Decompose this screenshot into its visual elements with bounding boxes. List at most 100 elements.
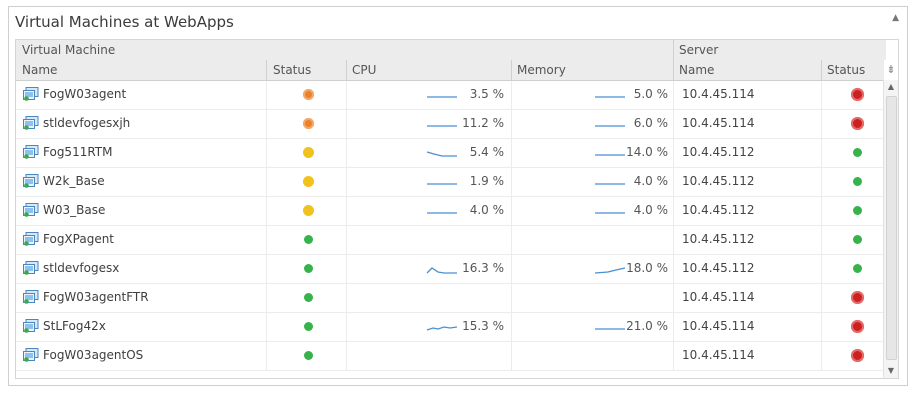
- col-header-server-status[interactable]: Status: [827, 63, 865, 77]
- server-name[interactable]: 10.4.45.114: [682, 319, 755, 333]
- server-name[interactable]: 10.4.45.112: [682, 232, 755, 246]
- column-divider: [266, 197, 267, 226]
- col-header-name[interactable]: Name: [22, 63, 57, 77]
- column-divider: [673, 139, 674, 168]
- column-divider: [346, 226, 347, 255]
- server-name[interactable]: 10.4.45.112: [682, 174, 755, 188]
- virtual-machine-icon: [23, 290, 39, 304]
- panel-title: Virtual Machines at WebApps: [15, 13, 234, 31]
- column-divider: [346, 313, 347, 342]
- table-row[interactable]: W03_Base 4.0 % 4.0 % 10.4.45.112: [16, 197, 886, 226]
- column-divider: [346, 139, 347, 168]
- cpu-value: 16.3 %: [462, 261, 504, 275]
- column-divider: [266, 226, 267, 255]
- memory-value: 21.0 %: [626, 319, 668, 333]
- col-header-memory[interactable]: Memory: [517, 63, 566, 77]
- virtual-machine-icon: [23, 232, 39, 246]
- server-status-icon: [853, 177, 862, 186]
- column-divider: [266, 255, 267, 284]
- column-divider: [346, 255, 347, 284]
- server-name[interactable]: 10.4.45.114: [682, 116, 755, 130]
- col-header-server-name[interactable]: Name: [679, 63, 714, 77]
- column-divider: [346, 110, 347, 139]
- vm-panel: Virtual Machines at WebApps ▲ Virtual Ma…: [8, 6, 908, 386]
- table-row[interactable]: FogW03agent 3.5 % 5.0 % 10.4.45.114: [16, 81, 886, 110]
- col-header-status[interactable]: Status: [273, 63, 311, 77]
- memory-value: 4.0 %: [633, 174, 668, 188]
- scroll-down-icon[interactable]: ▼: [884, 364, 898, 378]
- vm-status-icon: [304, 322, 313, 331]
- column-divider: [821, 81, 822, 110]
- column-divider: [346, 197, 347, 226]
- column-divider: [266, 81, 267, 110]
- virtual-machine-icon: [23, 319, 39, 333]
- table-row[interactable]: W2k_Base 1.9 % 4.0 % 10.4.45.112: [16, 168, 886, 197]
- virtual-machine-icon: [23, 203, 39, 217]
- server-name[interactable]: 10.4.45.112: [682, 203, 755, 217]
- column-divider: [821, 139, 822, 168]
- column-divider: [673, 81, 674, 110]
- cpu-value: 1.9 %: [469, 174, 504, 188]
- vm-name[interactable]: FogXPagent: [43, 232, 114, 246]
- memory-value: 14.0 %: [626, 145, 668, 159]
- virtual-machine-icon: [23, 116, 39, 130]
- column-divider: [673, 313, 674, 342]
- server-name[interactable]: 10.4.45.114: [682, 290, 755, 304]
- collapse-up-icon[interactable]: ▲: [892, 13, 899, 23]
- column-divider: [673, 110, 674, 139]
- column-divider: [673, 342, 674, 371]
- column-divider: [673, 284, 674, 313]
- virtual-machine-icon: [23, 348, 39, 362]
- column-divider: [346, 168, 347, 197]
- virtual-machine-icon: [23, 87, 39, 101]
- table-row[interactable]: StLFog42x 15.3 % 21.0 % 10.4.45.114: [16, 313, 886, 342]
- column-divider: [821, 168, 822, 197]
- memory-value: 5.0 %: [633, 87, 668, 101]
- group-header-server: Server: [679, 43, 719, 57]
- table-row[interactable]: FogXPagent 10.4.45.112: [16, 226, 886, 255]
- column-divider: [266, 139, 267, 168]
- scroll-up-icon[interactable]: ▲: [884, 80, 898, 94]
- server-status-icon: [851, 349, 864, 362]
- table-row[interactable]: stldevfogesxjh 11.2 % 6.0 % 10.4.45.114: [16, 110, 886, 139]
- vm-name[interactable]: W03_Base: [43, 203, 105, 217]
- table-row[interactable]: FogW03agentFTR 10.4.45.114: [16, 284, 886, 313]
- table-row[interactable]: FogW03agentOS 10.4.45.114: [16, 342, 886, 371]
- virtual-machine-icon: [23, 145, 39, 159]
- column-divider: [511, 226, 512, 255]
- vm-name[interactable]: FogW03agentOS: [43, 348, 143, 362]
- table-row[interactable]: Fog511RTM 5.4 % 14.0 % 10.4.45.112: [16, 139, 886, 168]
- vm-name[interactable]: stldevfogesx: [43, 261, 119, 275]
- server-name[interactable]: 10.4.45.114: [682, 87, 755, 101]
- vm-name[interactable]: StLFog42x: [43, 319, 106, 333]
- column-divider: [511, 255, 512, 284]
- header-divider: [821, 60, 822, 80]
- group-header-row: Virtual Machine Server: [16, 40, 886, 60]
- vertical-scrollbar[interactable]: ▲ ▼: [883, 80, 898, 378]
- scroll-thumb[interactable]: [886, 96, 897, 360]
- column-divider: [511, 284, 512, 313]
- memory-value: 4.0 %: [633, 203, 668, 217]
- col-header-cpu[interactable]: CPU: [352, 63, 376, 77]
- header-divider: [511, 60, 512, 80]
- vm-name[interactable]: FogW03agentFTR: [43, 290, 149, 304]
- vm-status-icon: [303, 147, 314, 158]
- server-name[interactable]: 10.4.45.112: [682, 145, 755, 159]
- server-name[interactable]: 10.4.45.114: [682, 348, 755, 362]
- server-name[interactable]: 10.4.45.112: [682, 261, 755, 275]
- vm-name[interactable]: stldevfogesxjh: [43, 116, 130, 130]
- column-divider: [673, 226, 674, 255]
- header-divider: [346, 60, 347, 80]
- header-divider: [266, 60, 267, 80]
- vm-status-icon: [303, 118, 314, 129]
- column-divider: [346, 81, 347, 110]
- column-menu-icon[interactable]: ⇟: [884, 60, 898, 80]
- cpu-value: 11.2 %: [462, 116, 504, 130]
- table-row[interactable]: stldevfogesx 16.3 % 18.0 % 10.4.45.112: [16, 255, 886, 284]
- vm-name[interactable]: W2k_Base: [43, 174, 105, 188]
- column-divider: [673, 255, 674, 284]
- server-status-icon: [853, 206, 862, 215]
- vm-name[interactable]: Fog511RTM: [43, 145, 113, 159]
- column-divider: [511, 342, 512, 371]
- vm-name[interactable]: FogW03agent: [43, 87, 126, 101]
